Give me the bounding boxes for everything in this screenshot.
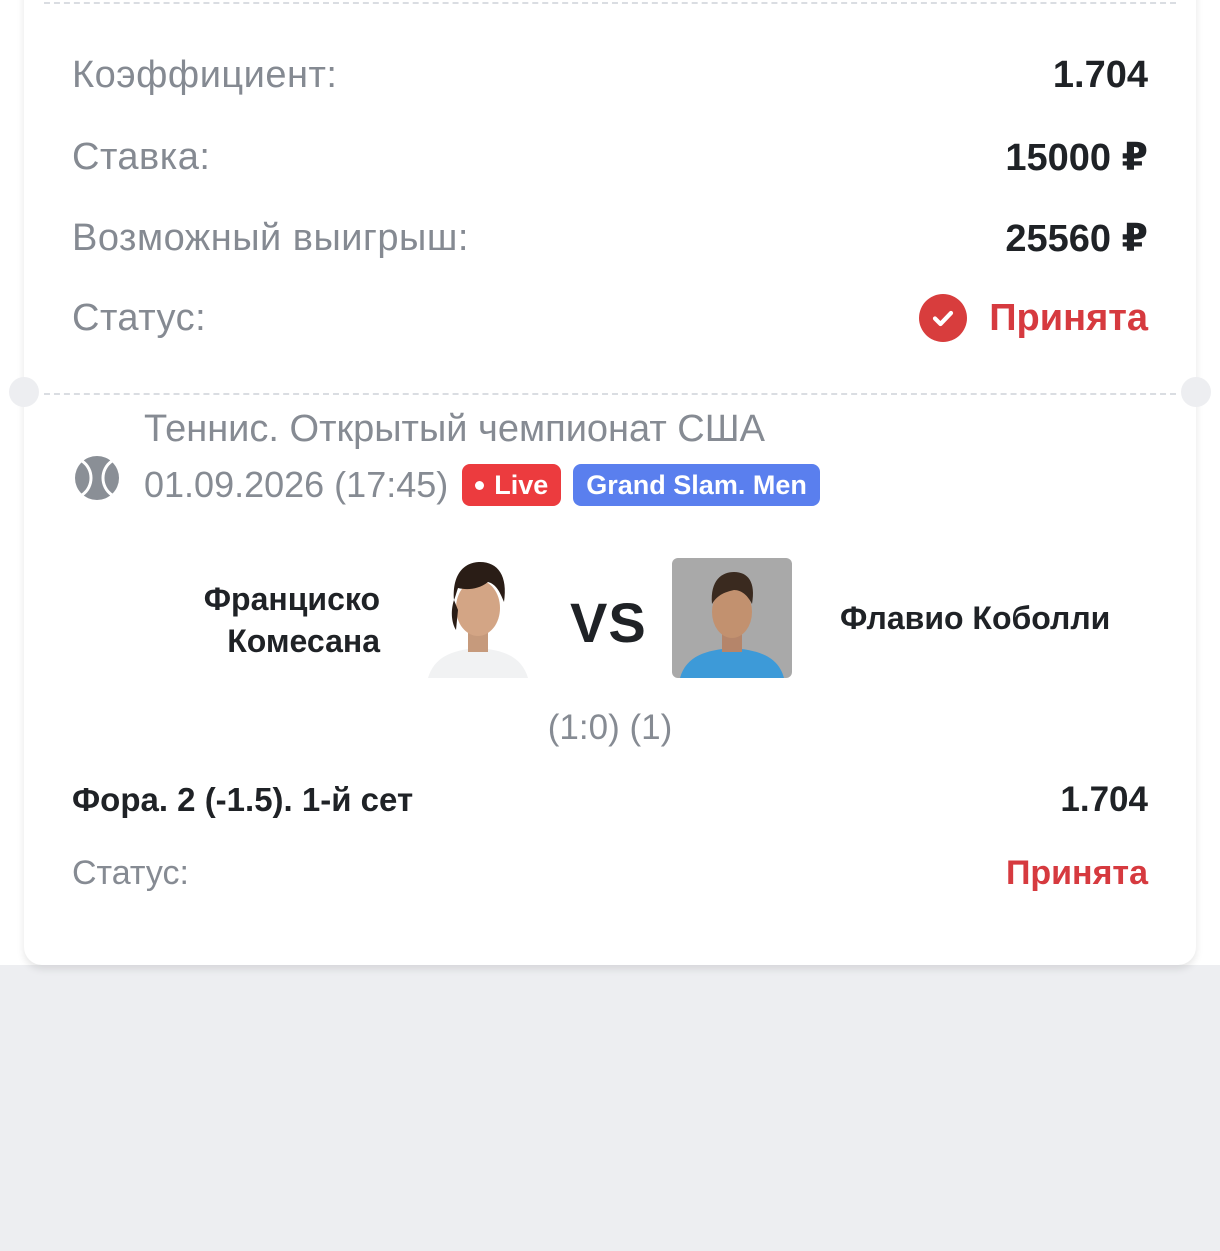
selection-status-row: Статус: Принята <box>72 854 1148 893</box>
tennis-ball-icon <box>75 456 119 500</box>
team1-name: Франциско Комесана <box>203 581 380 659</box>
selection-status-label: Статус: <box>72 854 189 892</box>
status-label: Статус: <box>72 296 207 339</box>
event-datetime: 01.09.2026 (17:45) <box>144 464 449 505</box>
odds-value: 1.704 <box>1052 54 1148 96</box>
odds-row: Коэффициент: 1.704 <box>72 54 1148 97</box>
live-badge: Live <box>462 464 562 506</box>
divider-middle <box>44 393 1176 395</box>
divider-top <box>44 2 1176 4</box>
ticket-notch-right <box>1181 377 1211 407</box>
payout-label: Возможный выигрыш: <box>72 217 469 259</box>
odds-label: Коэффициент: <box>72 54 338 96</box>
team2-avatar <box>672 558 792 678</box>
status-value: Принята <box>989 296 1148 339</box>
event-meta: 01.09.2026 (17:45) Live Grand Slam. Men <box>144 464 820 506</box>
payout-row: Возможный выигрыш: 25560 ₽ <box>72 216 1148 261</box>
selection-odds: 1.704 <box>1060 780 1148 819</box>
bet-ticket-card: Коэффициент: 1.704 Ставка: 15000 ₽ Возмо… <box>9 0 1211 965</box>
stake-row: Ставка: 15000 ₽ <box>72 135 1148 180</box>
status-indicator: Принята <box>919 294 1148 342</box>
selection-status-value: Принята <box>1005 854 1148 892</box>
payout-value: 25560 ₽ <box>1005 218 1148 260</box>
selection-row: Фора. 2 (-1.5). 1-й сет 1.704 <box>72 780 1148 820</box>
team1-avatar <box>428 562 528 678</box>
match-score: (1:0) (1) <box>547 708 673 747</box>
market-name: Фора. 2 (-1.5). 1-й сет <box>72 781 414 818</box>
live-badge-label: Live <box>494 469 549 500</box>
event-title: Теннис. Открытый чемпионат США <box>144 408 765 450</box>
stake-label: Ставка: <box>72 136 211 178</box>
ticket-notch-left <box>9 377 39 407</box>
team2-name: Флавио Коболли <box>840 600 1111 636</box>
check-circle-icon <box>919 294 968 342</box>
status-row: Статус: Принята <box>72 294 1148 342</box>
stake-value: 15000 ₽ <box>1005 137 1148 179</box>
live-dot-icon <box>475 480 485 490</box>
vs-label: VS <box>570 591 647 654</box>
league-badge: Grand Slam. Men <box>573 464 820 506</box>
